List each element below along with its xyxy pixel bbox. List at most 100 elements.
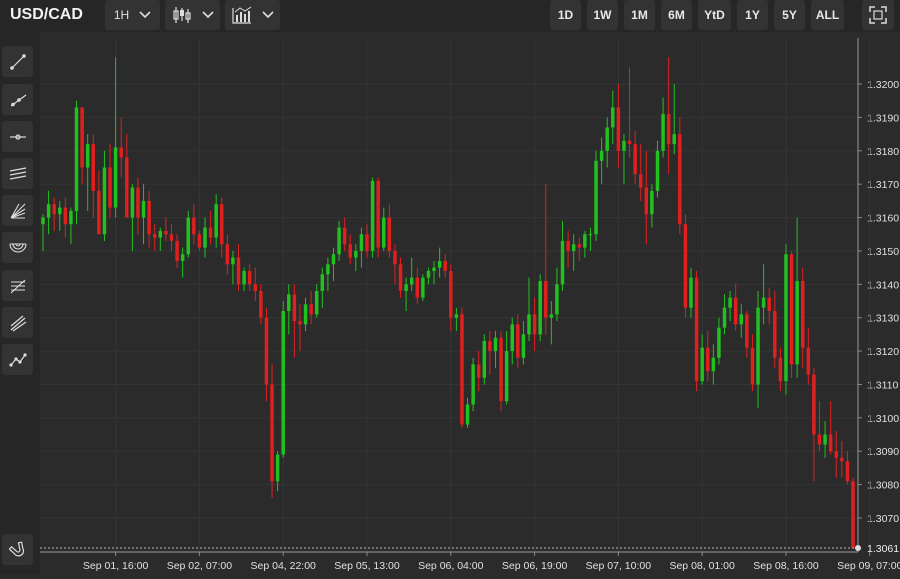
candle-body[interactable] <box>69 210 73 225</box>
fib-fan-tool[interactable] <box>2 195 33 226</box>
candle-body[interactable] <box>225 244 230 265</box>
candle-body[interactable] <box>488 341 492 352</box>
range-button-1y[interactable]: 1Y <box>737 0 768 30</box>
candle-body[interactable] <box>236 257 241 285</box>
candle-body[interactable] <box>700 347 704 382</box>
candle-body[interactable] <box>275 454 280 482</box>
candle-body[interactable] <box>510 324 514 352</box>
candle-body[interactable] <box>756 307 760 385</box>
candle-body[interactable] <box>147 200 151 235</box>
candle-body[interactable] <box>817 434 822 445</box>
candle-body[interactable] <box>454 314 459 318</box>
candle-body[interactable] <box>706 347 710 372</box>
candle-body[interactable] <box>208 227 213 238</box>
ray-line-tool[interactable] <box>2 84 33 115</box>
range-button-1w[interactable]: 1W <box>587 0 618 30</box>
candle-body[interactable] <box>342 227 347 245</box>
candle-body[interactable] <box>571 244 576 251</box>
candle-body[interactable] <box>650 190 654 215</box>
candle-body[interactable] <box>678 134 682 225</box>
candle-body[interactable] <box>130 187 135 218</box>
candle-body[interactable] <box>415 277 420 298</box>
candle-body[interactable] <box>136 187 140 218</box>
candle-body[interactable] <box>828 434 833 452</box>
candle-body[interactable] <box>58 207 62 215</box>
candle-body[interactable] <box>717 327 721 358</box>
candle-body[interactable] <box>421 277 425 298</box>
pitchfork-tool[interactable] <box>2 307 33 338</box>
candle-body[interactable] <box>750 347 755 385</box>
candle-body[interactable] <box>426 270 431 278</box>
candle-body[interactable] <box>80 107 84 168</box>
candle-body[interactable] <box>46 204 51 218</box>
candle-body[interactable] <box>169 234 174 241</box>
candle-body[interactable] <box>460 314 464 425</box>
candle-body[interactable] <box>337 227 341 255</box>
candle-body[interactable] <box>655 150 660 191</box>
candle-body[interactable] <box>767 297 771 312</box>
range-button-ytd[interactable]: YtD <box>698 0 731 30</box>
candle-body[interactable] <box>795 280 799 365</box>
candle-body[interactable] <box>482 341 487 378</box>
candle-body[interactable] <box>689 277 693 308</box>
candle-body[interactable] <box>672 134 676 145</box>
candle-body[interactable] <box>784 254 788 382</box>
price-chart[interactable]: 1.3200 1.3190 1.3180 1.3170 1.3160 1.3150 1.31… <box>40 38 900 574</box>
candle-body[interactable] <box>499 337 503 402</box>
candle-body[interactable] <box>175 240 179 261</box>
candle-body[interactable] <box>292 294 297 322</box>
fib-retracement-tool[interactable] <box>2 270 33 301</box>
candle-body[interactable] <box>851 481 855 548</box>
candle-body[interactable] <box>527 314 531 335</box>
candle-body[interactable] <box>733 297 738 325</box>
candle-body[interactable] <box>633 144 637 175</box>
candle-body[interactable] <box>666 114 671 145</box>
trend-line-tool[interactable] <box>2 46 33 77</box>
candle-body[interactable] <box>588 234 593 236</box>
candle-body[interactable] <box>638 174 643 188</box>
candle-body[interactable] <box>432 267 436 271</box>
candle-body[interactable] <box>504 351 509 402</box>
candle-body[interactable] <box>298 321 302 325</box>
candle-body[interactable] <box>840 457 844 462</box>
candle-body[interactable] <box>97 190 101 235</box>
candle-body[interactable] <box>521 334 526 358</box>
candle-body[interactable] <box>387 217 392 251</box>
candle-body[interactable] <box>370 180 375 251</box>
candle-body[interactable] <box>186 217 190 255</box>
range-button-5y[interactable]: 5Y <box>774 0 805 30</box>
candle-body[interactable] <box>152 234 157 238</box>
candle-body[interactable] <box>566 240 570 251</box>
candle-body[interactable] <box>41 217 45 225</box>
chart-type-dropdown[interactable] <box>165 0 220 30</box>
candle-body[interactable] <box>264 317 269 385</box>
candle-body[interactable] <box>761 297 766 308</box>
candle-body[interactable] <box>91 144 96 191</box>
candle-body[interactable] <box>823 434 827 445</box>
candle-body[interactable] <box>287 294 291 312</box>
candle-body[interactable] <box>549 314 554 318</box>
candle-body[interactable] <box>192 217 196 235</box>
candle-body[interactable] <box>320 274 325 291</box>
candle-body[interactable] <box>644 187 649 215</box>
range-button-1m[interactable]: 1M <box>624 0 655 30</box>
candle-body[interactable] <box>516 324 520 358</box>
candle-body[interactable] <box>437 260 442 268</box>
magnet-tool[interactable] <box>2 534 33 565</box>
candle-body[interactable] <box>231 257 235 265</box>
candle-body[interactable] <box>789 254 794 365</box>
candle-body[interactable] <box>594 160 598 235</box>
candle-body[interactable] <box>806 347 811 375</box>
candle-body[interactable] <box>141 200 146 218</box>
candle-body[interactable] <box>471 364 475 405</box>
candle-body[interactable] <box>778 357 783 382</box>
horizontal-line-tool[interactable] <box>2 121 33 152</box>
candle-body[interactable] <box>409 277 414 285</box>
candle-body[interactable] <box>253 284 258 291</box>
candle-body[interactable] <box>393 250 397 265</box>
candle-body[interactable] <box>203 227 207 248</box>
candle-body[interactable] <box>158 230 163 238</box>
parallel-channel-tool[interactable] <box>2 158 33 189</box>
indicators-dropdown[interactable] <box>225 0 280 30</box>
candle-body[interactable] <box>376 180 380 248</box>
